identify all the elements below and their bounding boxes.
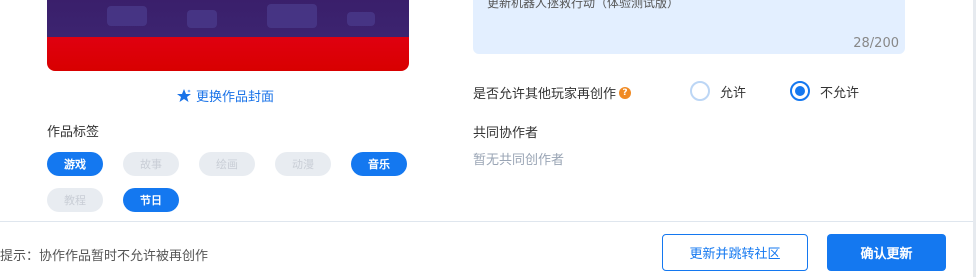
radio-checked-icon: [790, 81, 810, 101]
help-icon[interactable]: ?: [619, 86, 632, 99]
tag-anime[interactable]: 动漫: [275, 152, 331, 176]
description-char-count: 28/200: [853, 36, 899, 51]
update-work-dialog: 更换作品封面 作品标签 游戏 故事 绘画 动漫 音乐 教程 节日 更新机器人拯救…: [0, 0, 976, 277]
confirm-update-button[interactable]: 确认更新: [827, 234, 946, 271]
tag-painting[interactable]: 绘画: [199, 152, 255, 176]
radio-disallow[interactable]: 不允许: [790, 81, 859, 101]
cover-image: [47, 0, 409, 71]
change-cover-label: 更换作品封面: [196, 90, 275, 105]
radio-circle-icon: [690, 81, 710, 101]
radio-allow[interactable]: 允许: [690, 81, 746, 101]
radio-allow-label: 允许: [720, 85, 747, 101]
tag-music[interactable]: 音乐: [351, 152, 407, 176]
tag-game[interactable]: 游戏: [47, 152, 103, 176]
tag-tutorial[interactable]: 教程: [47, 188, 103, 212]
tag-festival[interactable]: 节日: [123, 188, 179, 212]
radio-disallow-label: 不允许: [820, 85, 860, 101]
description-value: 更新机器人拯救行动（体验测试版）: [487, 0, 680, 10]
change-cover-button[interactable]: 更换作品封面: [176, 86, 274, 105]
description-textarea[interactable]: 更新机器人拯救行动（体验测试版） 28/200: [473, 0, 905, 54]
magic-wand-icon: [177, 88, 191, 102]
dialog-footer: 提示：协作作品暂时不允许被再创作 更新并跳转社区 确认更新: [0, 221, 976, 277]
update-and-jump-button[interactable]: 更新并跳转社区: [662, 234, 808, 271]
tags-title: 作品标签: [47, 125, 100, 140]
allow-recreate-text: 是否允许其他玩家再创作: [473, 87, 617, 102]
collaborators-title: 共同协作者: [473, 126, 539, 141]
collaborators-empty-text: 暂无共同创作者: [473, 153, 565, 168]
footer-hint: 提示：协作作品暂时不允许被再创作: [0, 249, 209, 264]
allow-recreate-label: 是否允许其他玩家再创作 ?: [473, 83, 632, 102]
tag-story[interactable]: 故事: [123, 152, 179, 176]
